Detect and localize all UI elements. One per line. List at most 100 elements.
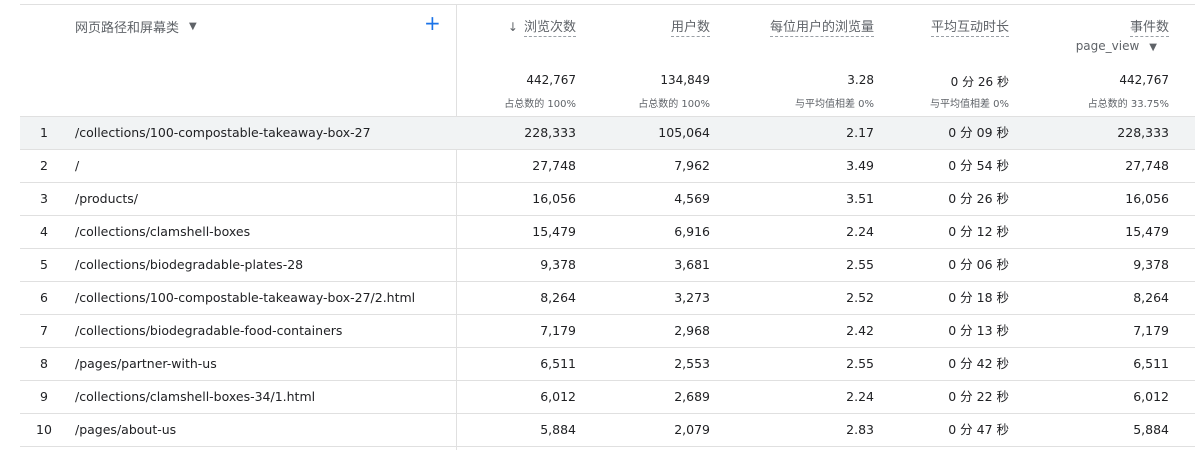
row-users: 2,689: [674, 389, 710, 404]
row-views: 27,748: [532, 158, 576, 173]
row-views: 16,056: [532, 191, 576, 206]
row-views: 7,179: [540, 323, 576, 338]
row-path: /products/: [75, 191, 139, 206]
engagement-total: 0 分 26 秒: [950, 75, 1009, 89]
users-label: 用户数: [670, 20, 710, 37]
column-header-users[interactable]: 用户数 134,849 占总数的 100%: [576, 5, 710, 117]
column-header-views-per-user[interactable]: 每位用户的浏览量 3.28 与平均值相差 0%: [710, 5, 874, 117]
engagement-label: 平均互动时长: [930, 20, 1009, 37]
row-events: 16,056: [1125, 191, 1169, 206]
row-path: /pages/partner-with-us: [75, 356, 217, 371]
row-users: 3,273: [674, 290, 710, 305]
caret-down-icon: ▼: [189, 21, 197, 32]
row-events: 15,479: [1125, 224, 1169, 239]
row-events: 6,012: [1133, 389, 1169, 404]
row-users: 6,916: [674, 224, 710, 239]
row-events: 6,511: [1133, 356, 1169, 371]
row-path: /collections/clamshell-boxes: [75, 224, 251, 239]
row-index: 9: [40, 389, 48, 404]
row-engagement: 0 分 13 秒: [948, 323, 1009, 338]
table-body: 1 /collections/100-compostable-takeaway-…: [20, 116, 1195, 447]
dimension-header: 网页路径和屏幕类 ▼ +: [20, 5, 456, 117]
views-per-user-sub: 与平均值相差 0%: [794, 99, 874, 110]
table-row[interactable]: 8 /pages/partner-with-us 6,511 2,553 2.5…: [20, 347, 1195, 380]
row-events: 5,884: [1133, 422, 1169, 437]
row-index: 5: [40, 257, 48, 272]
column-header-views[interactable]: ↓ 浏览次数 442,767 占总数的 100%: [456, 5, 576, 117]
event-filter-label: page_view: [1075, 39, 1140, 53]
row-path: /pages/about-us: [75, 422, 177, 437]
dimension-selector[interactable]: 网页路径和屏幕类 ▼: [75, 17, 197, 36]
table-row[interactable]: 10 /pages/about-us 5,884 2,079 2.83 0 分 …: [20, 413, 1195, 447]
views-total: 442,767: [526, 73, 576, 87]
row-views: 15,479: [532, 224, 576, 239]
row-views: 9,378: [540, 257, 576, 272]
column-header-events[interactable]: 事件数 page_view ▼ 442,767 占总数的 33.75%: [1009, 5, 1169, 117]
views-total-sub: 占总数的 100%: [504, 99, 576, 110]
row-views-per-user: 3.49: [846, 158, 874, 173]
row-engagement: 0 分 12 秒: [948, 224, 1009, 239]
event-filter-selector[interactable]: page_view ▼: [1076, 39, 1157, 53]
table-row[interactable]: 5 /collections/biodegradable-plates-28 9…: [20, 248, 1195, 281]
row-index: 8: [40, 356, 48, 371]
views-per-user-label: 每位用户的浏览量: [769, 20, 874, 37]
table-row[interactable]: 7 /collections/biodegradable-food-contai…: [20, 314, 1195, 347]
add-dimension-button[interactable]: +: [424, 13, 441, 33]
row-engagement: 0 分 54 秒: [948, 158, 1009, 173]
row-views: 6,012: [540, 389, 576, 404]
row-path: /collections/100-compostable-takeaway-bo…: [75, 125, 371, 140]
row-engagement: 0 分 06 秒: [948, 257, 1009, 272]
row-users: 4,569: [674, 191, 710, 206]
row-index: 1: [40, 125, 48, 140]
row-users: 105,064: [658, 125, 710, 140]
table-row[interactable]: 9 /collections/clamshell-boxes-34/1.html…: [20, 380, 1195, 413]
row-views: 5,884: [540, 422, 576, 437]
sort-descending-icon[interactable]: ↓: [508, 20, 518, 34]
caret-down-icon: ▼: [1149, 42, 1157, 53]
row-engagement: 0 分 47 秒: [948, 422, 1009, 437]
row-events: 8,264: [1133, 290, 1169, 305]
row-views-per-user: 2.83: [846, 422, 874, 437]
row-index: 6: [40, 290, 48, 305]
views-label: 浏览次数: [523, 20, 576, 37]
row-users: 7,962: [674, 158, 710, 173]
table-row[interactable]: 2 / 27,748 7,962 3.49 0 分 54 秒 27,748: [20, 149, 1195, 182]
events-sub: 占总数的 33.75%: [1087, 99, 1169, 110]
events-total: 442,767: [1119, 73, 1169, 87]
table-row[interactable]: 4 /collections/clamshell-boxes 15,479 6,…: [20, 215, 1195, 248]
row-views-per-user: 3.51: [846, 191, 874, 206]
row-users: 2,079: [674, 422, 710, 437]
row-engagement: 0 分 18 秒: [948, 290, 1009, 305]
row-index: 10: [36, 422, 52, 437]
table-header: 网页路径和屏幕类 ▼ + ↓ 浏览次数 442,767 占总数的 100% 用户数…: [20, 4, 1195, 117]
column-header-engagement[interactable]: 平均互动时长 0 分 26 秒 与平均值相差 0%: [874, 5, 1009, 117]
report-table: 网页路径和屏幕类 ▼ + ↓ 浏览次数 442,767 占总数的 100% 用户数…: [0, 0, 1195, 464]
row-index: 4: [40, 224, 48, 239]
row-index: 3: [40, 191, 48, 206]
row-path: /collections/biodegradable-plates-28: [75, 257, 304, 272]
row-views: 6,511: [540, 356, 576, 371]
row-engagement: 0 分 42 秒: [948, 356, 1009, 371]
table-row[interactable]: 3 /products/ 16,056 4,569 3.51 0 分 26 秒 …: [20, 182, 1195, 215]
row-views-per-user: 2.52: [846, 290, 874, 305]
row-views-per-user: 2.24: [846, 224, 874, 239]
row-engagement: 0 分 09 秒: [948, 125, 1009, 140]
row-events: 228,333: [1117, 125, 1169, 140]
row-path: /: [75, 158, 80, 173]
row-users: 2,968: [674, 323, 710, 338]
row-path: /collections/biodegradable-food-containe…: [75, 323, 343, 338]
table-row[interactable]: 1 /collections/100-compostable-takeaway-…: [20, 116, 1195, 149]
row-engagement: 0 分 22 秒: [948, 389, 1009, 404]
row-users: 3,681: [674, 257, 710, 272]
dimension-label: 网页路径和屏幕类: [75, 21, 180, 36]
row-events: 9,378: [1133, 257, 1169, 272]
row-path: /collections/100-compostable-takeaway-bo…: [75, 290, 416, 305]
events-label: 事件数: [1129, 20, 1169, 37]
engagement-sub: 与平均值相差 0%: [929, 99, 1009, 110]
row-views-per-user: 2.55: [846, 356, 874, 371]
row-path: /collections/clamshell-boxes-34/1.html: [75, 389, 316, 404]
row-index: 7: [40, 323, 48, 338]
row-users: 2,553: [674, 356, 710, 371]
table-row[interactable]: 6 /collections/100-compostable-takeaway-…: [20, 281, 1195, 314]
row-events: 7,179: [1133, 323, 1169, 338]
